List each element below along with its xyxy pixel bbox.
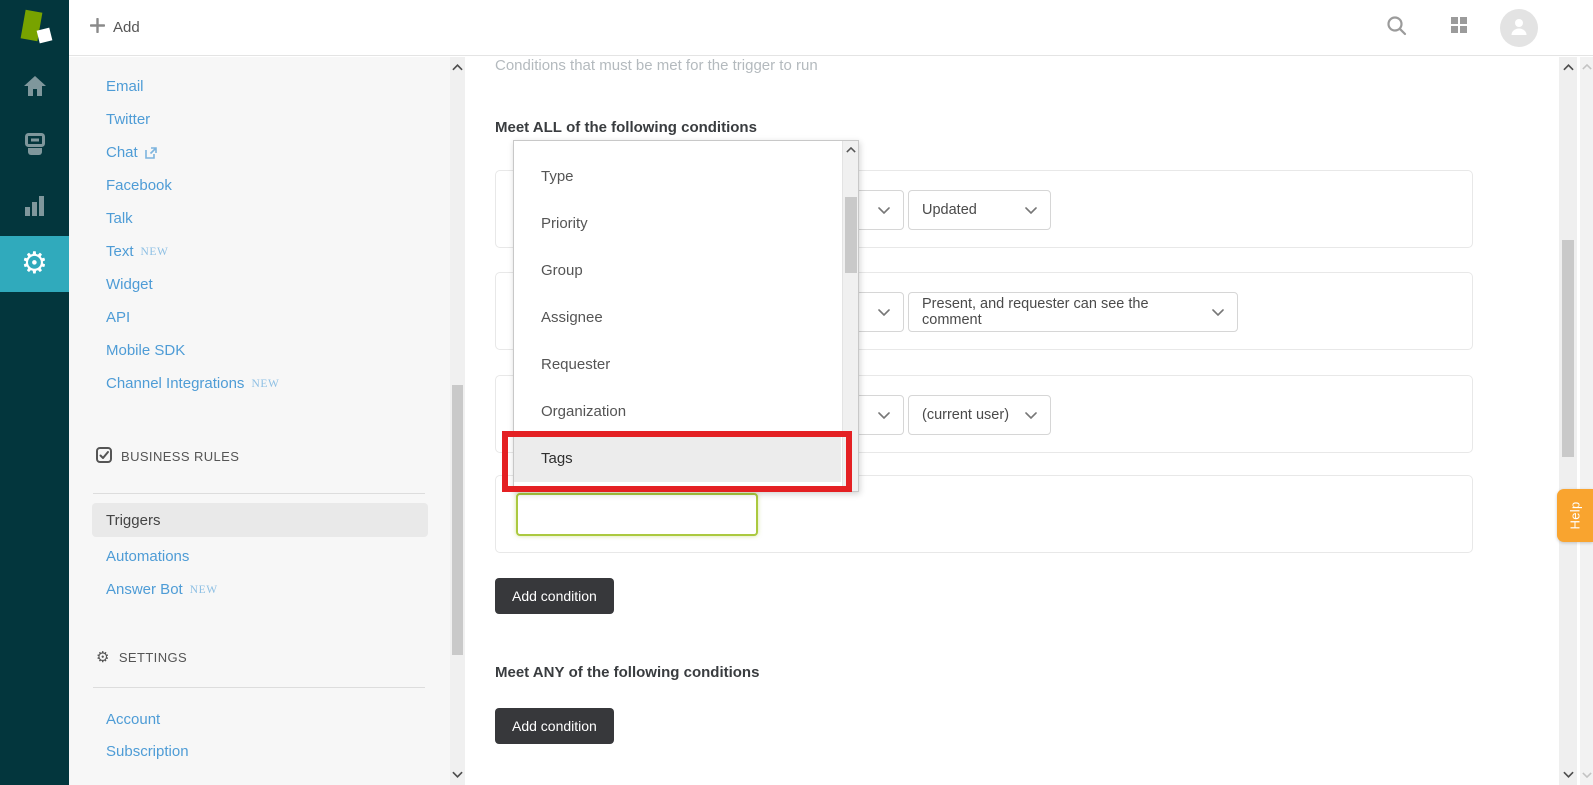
new-badge: NEW xyxy=(140,245,169,258)
sidebar-item-talk[interactable]: Talk xyxy=(106,202,279,235)
help-tab[interactable]: Help xyxy=(1557,489,1593,542)
sidebar-item-triggers[interactable]: Triggers xyxy=(92,503,428,537)
meet-any-heading: Meet ANY of the following conditions xyxy=(495,664,760,681)
tags-value-input[interactable] xyxy=(516,493,758,536)
dropdown-option-tags[interactable]: Tags xyxy=(514,435,841,482)
content-scrollbar[interactable] xyxy=(1559,57,1577,785)
dropdown-option-organization[interactable]: Organization xyxy=(514,388,841,435)
new-badge: NEW xyxy=(189,583,218,596)
chevron-down-icon xyxy=(1015,206,1037,214)
dropdown-option-assignee[interactable]: Assignee xyxy=(514,294,841,341)
condition-operator-select[interactable]: Present, and requester can see the comme… xyxy=(908,292,1238,332)
meet-all-heading: Meet ALL of the following conditions xyxy=(495,119,757,136)
gear-icon: ⚙ xyxy=(21,246,48,281)
gear-small-icon: ⚙ xyxy=(96,647,110,666)
search-button[interactable] xyxy=(1386,0,1407,55)
sidebar-item-mobile-sdk[interactable]: Mobile SDK xyxy=(106,334,279,367)
chevron-down-icon xyxy=(868,308,890,316)
search-icon xyxy=(1386,15,1407,41)
add-button[interactable]: Add xyxy=(89,0,140,55)
logo-white-shape xyxy=(36,27,53,44)
chevron-down-icon xyxy=(1202,308,1224,316)
section-title: SETTINGS xyxy=(118,649,188,665)
zendesk-logo[interactable] xyxy=(0,0,69,56)
scroll-up-icon[interactable] xyxy=(843,147,858,153)
scrollbar-thumb[interactable] xyxy=(452,385,463,655)
new-badge: NEW xyxy=(251,377,280,390)
sidebar-item-email[interactable]: Email xyxy=(106,70,279,103)
section-business-rules: BUSINESS RULES xyxy=(96,446,239,466)
rail-item-home[interactable] xyxy=(0,60,69,116)
person-icon xyxy=(1508,15,1530,42)
sidebar-item-answer-bot[interactable]: Answer Bot NEW xyxy=(106,573,218,606)
sidebar-item-twitter[interactable]: Twitter xyxy=(106,103,279,136)
condition-operator-select[interactable]: (current user) xyxy=(908,395,1051,435)
dropdown-scrollbar[interactable] xyxy=(842,141,858,491)
chevron-down-icon xyxy=(1015,411,1037,419)
divider xyxy=(93,687,425,688)
page-scrollbar[interactable] xyxy=(1580,57,1593,785)
sidebar-scrollbar[interactable] xyxy=(450,57,465,785)
chevron-down-icon xyxy=(868,206,890,214)
check-circle-icon xyxy=(96,446,112,466)
conditions-description: Conditions that must be met for the trig… xyxy=(495,57,818,74)
condition-field-dropdown: Type Priority Group Assignee Requester O… xyxy=(513,140,859,492)
sidebar-item-account[interactable]: Account xyxy=(106,703,160,736)
add-button-label: Add xyxy=(113,19,140,36)
bar-chart-icon xyxy=(24,195,46,221)
dropdown-option-requester[interactable]: Requester xyxy=(514,341,841,388)
sidebar-item-channel-integrations[interactable]: Channel Integrations NEW xyxy=(106,367,279,400)
sidebar-item-facebook[interactable]: Facebook xyxy=(106,169,279,202)
section-settings: ⚙ SETTINGS xyxy=(96,647,187,667)
dropdown-list: Type Priority Group Assignee Requester O… xyxy=(514,141,858,482)
top-bar: Add xyxy=(69,0,1593,56)
grid-icon xyxy=(1450,16,1468,39)
app-rail: ⚙ xyxy=(0,0,69,785)
help-tab-label: Help xyxy=(1567,501,1583,530)
sidebar-item-widget[interactable]: Widget xyxy=(106,268,279,301)
divider xyxy=(93,493,425,494)
sidebar-item-api[interactable]: API xyxy=(106,301,279,334)
dropdown-option-group[interactable]: Group xyxy=(514,247,841,294)
sidebar-item-text[interactable]: Text NEW xyxy=(106,235,279,268)
section-title: BUSINESS RULES xyxy=(121,448,240,464)
condition-operator-select[interactable]: Updated xyxy=(908,190,1051,230)
sidebar-item-automations[interactable]: Automations xyxy=(106,540,189,573)
rail-item-tickets[interactable] xyxy=(0,119,69,175)
scroll-down-icon[interactable] xyxy=(1559,771,1577,778)
scrollbar-thumb[interactable] xyxy=(1562,240,1574,457)
add-condition-any-button[interactable]: Add condition xyxy=(495,708,614,744)
scroll-down-icon[interactable] xyxy=(1580,772,1593,778)
apps-button[interactable] xyxy=(1450,0,1468,55)
channels-list: Email Twitter Chat Facebook Talk Text NE… xyxy=(106,70,279,400)
scrollbar-thumb[interactable] xyxy=(845,197,857,273)
scroll-up-icon[interactable] xyxy=(1580,64,1593,70)
external-link-icon xyxy=(144,146,157,159)
settings-sidebar: Email Twitter Chat Facebook Talk Text NE… xyxy=(69,57,450,785)
scroll-up-icon[interactable] xyxy=(450,64,465,71)
sidebar-item-chat[interactable]: Chat xyxy=(106,136,279,169)
user-avatar[interactable] xyxy=(1500,9,1538,47)
home-icon xyxy=(23,75,47,102)
scroll-down-icon[interactable] xyxy=(450,771,465,778)
scroll-up-icon[interactable] xyxy=(1559,64,1577,71)
rail-item-reports[interactable] xyxy=(0,180,69,236)
rail-item-settings-active[interactable]: ⚙ xyxy=(0,236,69,292)
tickets-icon xyxy=(23,133,47,161)
chevron-down-icon xyxy=(868,411,890,419)
trigger-editor-content: Conditions that must be met for the trig… xyxy=(466,57,1559,785)
plus-icon xyxy=(89,17,106,37)
dropdown-option-type[interactable]: Type xyxy=(514,153,841,200)
add-condition-all-button[interactable]: Add condition xyxy=(495,578,614,614)
dropdown-option-priority[interactable]: Priority xyxy=(514,200,841,247)
sidebar-item-subscription[interactable]: Subscription xyxy=(106,735,189,768)
